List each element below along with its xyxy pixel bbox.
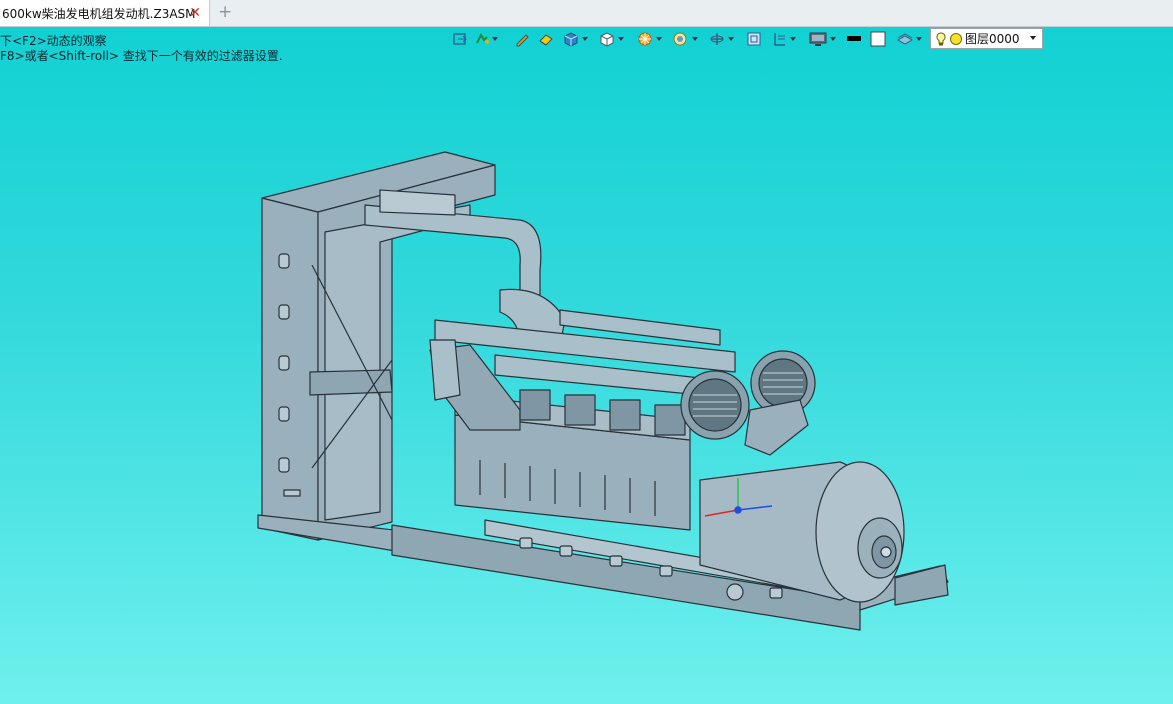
lightbulb-icon (936, 31, 946, 45)
white-color-swatch[interactable] (870, 28, 886, 50)
exhaust-pipes (364, 189, 736, 401)
layer-plane-icon[interactable] (896, 28, 922, 50)
layer-color-icon (950, 32, 962, 45)
pick-filter-icon[interactable] (474, 28, 498, 50)
wire-cube-icon[interactable] (598, 28, 624, 50)
shaded-cube-icon[interactable] (562, 28, 588, 50)
document-tab[interactable]: 600kw柴油发电机组发动机.Z3ASM ✕ (0, 0, 210, 26)
frame-icon[interactable] (452, 28, 468, 50)
display-icon[interactable] (808, 28, 836, 50)
chevron-down-icon (1030, 36, 1036, 40)
model-viewport[interactable] (0, 52, 1173, 704)
black-color-swatch[interactable] (846, 28, 862, 50)
add-tab-icon[interactable]: + (218, 3, 232, 21)
rotate-icon[interactable] (708, 28, 734, 50)
eraser-icon[interactable] (538, 28, 554, 50)
zoom-icon[interactable] (672, 28, 698, 50)
section-icon[interactable] (772, 28, 796, 50)
fit-view-icon[interactable] (746, 28, 762, 50)
layer-dropdown[interactable]: 图层0000 (930, 28, 1043, 49)
tab-title: 600kw柴油发电机组发动机.Z3ASM (2, 6, 196, 21)
layer-value: 图层0000 (965, 32, 1020, 46)
pen-icon[interactable] (514, 28, 530, 50)
tab-bar: 600kw柴油发电机组发动机.Z3ASM ✕ + (0, 0, 1173, 27)
render-mode-icon[interactable] (636, 28, 662, 50)
close-icon[interactable]: ✕ (189, 4, 201, 22)
